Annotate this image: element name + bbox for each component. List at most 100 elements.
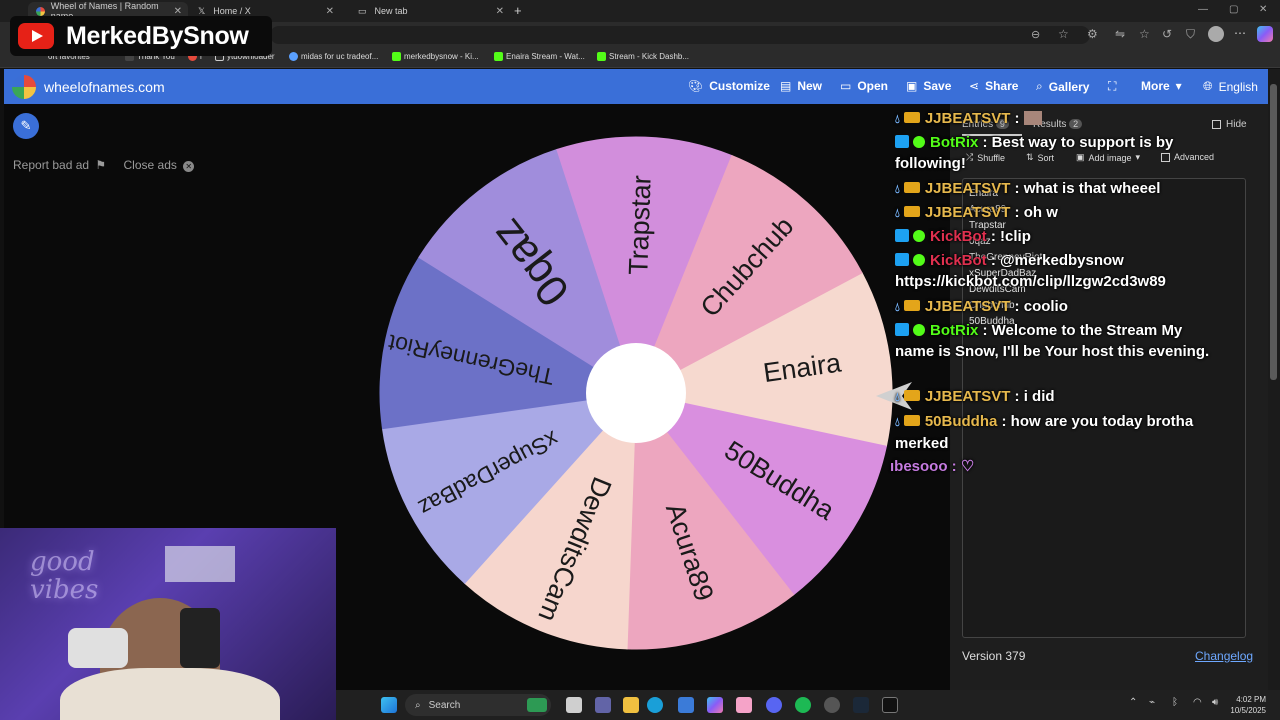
- clock-date: 10/5/2025: [1230, 706, 1266, 715]
- profile-avatar[interactable]: [1208, 26, 1224, 42]
- report-ad-link[interactable]: Report bad ad: [13, 158, 89, 172]
- discord-icon[interactable]: [766, 697, 782, 713]
- channel-name: MerkedBySnow: [66, 21, 249, 50]
- site-logo-icon[interactable]: [12, 75, 36, 99]
- name-wheel[interactable]: Enaira50BuddhaAcura89DewditsCamxSuperDad…: [378, 135, 894, 651]
- task-view-icon[interactable]: [566, 697, 582, 713]
- new-tab-button[interactable]: +: [514, 3, 522, 18]
- close-tab-icon[interactable]: ✕: [326, 6, 334, 17]
- minimize-button[interactable]: —: [1198, 4, 1208, 15]
- tab-label: New tab: [374, 6, 408, 16]
- chat-message: BotRix : Welcome to the Stream My name i…: [895, 320, 1225, 362]
- windows-start-icon[interactable]: [381, 697, 397, 713]
- close-tab-icon[interactable]: ✕: [496, 6, 504, 17]
- store-icon[interactable]: [678, 697, 694, 713]
- chat-username: JJBEATSVT: [924, 204, 1011, 221]
- entries-textarea[interactable]: [962, 178, 1246, 638]
- chat-message: 💧︎ JJBEATSVT :: [895, 108, 1225, 130]
- reader-icon[interactable]: ⊖: [1031, 28, 1040, 41]
- close-tab-icon[interactable]: ✕: [174, 6, 182, 17]
- wifi-icon[interactable]: ◠: [1193, 697, 1202, 708]
- edit-pencil-button[interactable]: ✎: [13, 113, 39, 139]
- customize-button[interactable]: 🎨︎ Customize: [688, 79, 770, 93]
- favorite-item[interactable]: midas for uc tradeof...: [289, 52, 378, 61]
- window-light: [165, 546, 235, 582]
- webcam-feed: good vibes: [0, 528, 336, 720]
- chat-username: JJBEATSVT: [924, 110, 1011, 127]
- fullscreen-button[interactable]: ⛶: [1108, 79, 1116, 94]
- language-selector[interactable]: 🌐︎ English: [1203, 79, 1258, 94]
- favorite-item[interactable]: Enaira Stream - Wat...: [494, 52, 585, 61]
- more-dropdown[interactable]: More ▾: [1141, 79, 1182, 93]
- chat-text: : coolio: [1010, 298, 1068, 315]
- app-icon[interactable]: [736, 697, 752, 713]
- crown-badge-icon: [903, 206, 920, 217]
- verified-badge-icon: [913, 136, 925, 148]
- share-button[interactable]: ⋖ Share: [969, 79, 1018, 93]
- favorites-icon[interactable]: ☆: [1139, 27, 1150, 41]
- person-hoodie: [60, 668, 280, 720]
- file-explorer-icon[interactable]: [623, 697, 639, 713]
- clock[interactable]: 4:02 PM 10/5/2025: [1228, 694, 1266, 716]
- site-name[interactable]: wheelofnames.com: [44, 79, 165, 95]
- steam-icon[interactable]: [853, 697, 869, 713]
- shield-icon[interactable]: ⛉: [1186, 27, 1195, 42]
- copilot-icon[interactable]: [1257, 26, 1273, 42]
- edge-icon[interactable]: [647, 697, 663, 713]
- save-label: Save: [923, 79, 952, 93]
- bot-badge-icon: [895, 323, 909, 336]
- chat-username: JJBEATSVT: [924, 298, 1011, 315]
- close-window-button[interactable]: ✕: [1259, 4, 1267, 15]
- gallery-button[interactable]: ⌕ Gallery: [1036, 79, 1089, 94]
- open-button[interactable]: ▭ Open: [840, 79, 888, 93]
- tab-label: Home / X: [213, 6, 251, 16]
- network-icon[interactable]: ⌁: [1149, 697, 1155, 708]
- chevron-up-icon[interactable]: ⌃: [1129, 697, 1137, 708]
- chat-username: BotRix: [930, 322, 979, 339]
- bot-badge-icon: [895, 135, 909, 148]
- bluetooth-icon[interactable]: ᛒ: [1172, 697, 1178, 708]
- share-icon: ⋖: [969, 79, 980, 93]
- new-button[interactable]: ▤ New: [780, 79, 822, 93]
- chat-username: KickBot: [930, 252, 987, 269]
- customize-label: Customize: [709, 79, 770, 93]
- chat-message: 💧︎ 50Buddha : how are you today brotha me…: [895, 411, 1225, 454]
- app-icon[interactable]: [882, 697, 898, 713]
- tab-new-tab[interactable]: ▭ New tab ✕: [350, 2, 510, 20]
- close-ads-link[interactable]: Close ads: [124, 158, 177, 172]
- chat-username: JJBEATSVT: [924, 180, 1011, 197]
- wheel-center[interactable]: [586, 343, 686, 443]
- more-menu-icon[interactable]: ⋯: [1234, 26, 1246, 40]
- taskbar-search[interactable]: ⌕ Search: [405, 694, 551, 716]
- split-icon[interactable]: ⇋: [1115, 27, 1125, 41]
- history-icon[interactable]: ↺: [1162, 27, 1172, 41]
- droplet-icon: 💧︎: [895, 182, 900, 196]
- changelog-link[interactable]: Changelog: [1195, 649, 1253, 663]
- save-button[interactable]: ▣ Save: [906, 79, 951, 93]
- volume-icon[interactable]: 🔊︎: [1212, 697, 1218, 708]
- extension-icon[interactable]: ⚙: [1087, 27, 1098, 41]
- favorite-item[interactable]: Stream - Kick Dashb...: [597, 52, 689, 61]
- chat-text: : !clip: [986, 228, 1031, 245]
- version-label: Version 379: [962, 649, 1026, 663]
- bot-badge-icon: [895, 229, 909, 242]
- search-icon: ⌕: [415, 699, 421, 711]
- spotify-icon[interactable]: [795, 697, 811, 713]
- obs-icon[interactable]: [824, 697, 840, 713]
- crown-badge-icon: [903, 390, 920, 401]
- search-placeholder: Search: [428, 699, 461, 711]
- close-circle-icon[interactable]: ✕: [183, 161, 195, 172]
- scrollbar-thumb[interactable]: [1270, 84, 1277, 380]
- favorite-label: merkedbysnow - Ki...: [404, 52, 479, 61]
- teams-icon[interactable]: [595, 697, 611, 713]
- headset: [180, 608, 220, 668]
- star-icon[interactable]: ☆: [1058, 27, 1069, 41]
- more-label: More: [1141, 79, 1170, 93]
- chat-message: ıbesooo : ♡: [890, 456, 1220, 477]
- favorite-item[interactable]: merkedbysnow - Ki...: [392, 52, 479, 61]
- favorite-label: midas for uc tradeof...: [301, 52, 379, 61]
- maximize-button[interactable]: ▢: [1229, 4, 1238, 15]
- address-input[interactable]: [270, 26, 1090, 44]
- new-label: New: [797, 79, 823, 93]
- copilot-icon[interactable]: [707, 697, 723, 713]
